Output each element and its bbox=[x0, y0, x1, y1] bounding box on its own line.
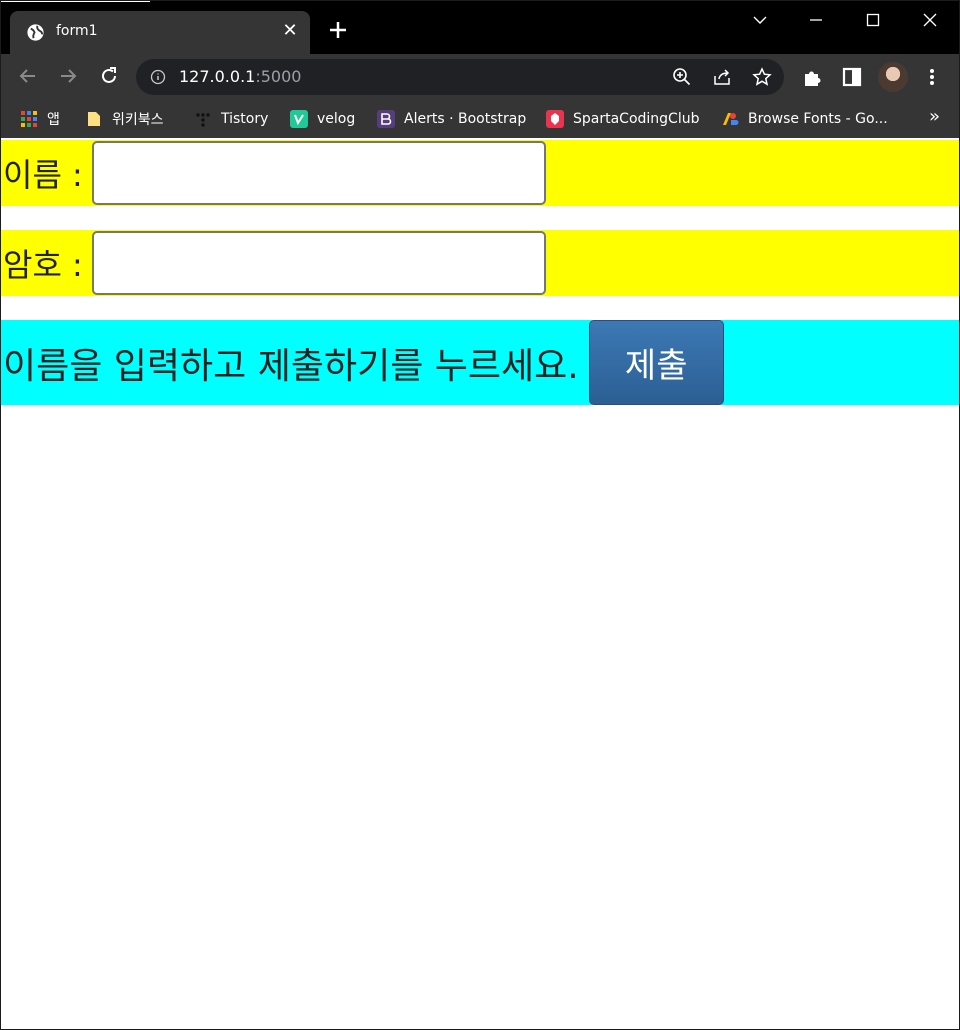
url-host: 127.0.0.1 bbox=[179, 67, 256, 86]
close-window-icon[interactable] bbox=[918, 8, 942, 32]
bookmark-apps[interactable]: 앱 bbox=[20, 108, 60, 130]
bookmark-label: SpartaCodingClub bbox=[573, 111, 700, 127]
submit-row: 이름을 입력하고 제출하기를 누르세요. 제출 bbox=[1, 320, 959, 405]
page-content: 이름 : 암호 : 이름을 입력하고 제출하기를 누르세요. 제출 bbox=[1, 138, 959, 1029]
name-input[interactable] bbox=[91, 141, 546, 205]
tistory-icon bbox=[194, 110, 212, 128]
bookmark-star-icon[interactable] bbox=[752, 67, 772, 87]
name-row: 이름 : bbox=[1, 140, 959, 206]
password-row: 암호 : bbox=[1, 230, 959, 296]
zoom-icon[interactable] bbox=[672, 67, 692, 87]
url-text[interactable]: 127.0.0.1:5000 bbox=[179, 67, 301, 86]
side-panel-icon[interactable] bbox=[841, 66, 863, 88]
back-arrow-icon[interactable] bbox=[16, 64, 40, 88]
tab-strip: form1 ✕ bbox=[0, 0, 960, 54]
bookmark-label: 앱 bbox=[47, 112, 60, 128]
bookmark-spartacodingclub[interactable]: SpartaCodingClub bbox=[546, 108, 699, 130]
profile-avatar[interactable] bbox=[878, 62, 908, 92]
folder-icon bbox=[88, 112, 100, 126]
instruction-text: 이름을 입력하고 제출하기를 누르세요. bbox=[3, 345, 579, 387]
password-input[interactable] bbox=[91, 231, 546, 295]
apps-grid-icon bbox=[21, 111, 37, 127]
extensions-puzzle-icon[interactable] bbox=[801, 66, 823, 88]
name-label: 이름 : bbox=[3, 156, 83, 194]
site-info-icon[interactable] bbox=[150, 69, 166, 85]
minimize-icon[interactable] bbox=[804, 8, 828, 32]
more-bookmarks-button[interactable]: » bbox=[929, 106, 940, 127]
google-fonts-icon bbox=[723, 113, 739, 125]
bookmark-label: Tistory bbox=[221, 111, 269, 127]
bookmark-tistory[interactable]: Tistory bbox=[194, 108, 268, 130]
forward-arrow-icon[interactable] bbox=[56, 64, 80, 88]
bookmark-label: Browse Fonts - Go... bbox=[748, 111, 888, 127]
new-tab-icon[interactable] bbox=[326, 18, 350, 42]
url-port: :5000 bbox=[255, 67, 302, 86]
maximize-icon[interactable] bbox=[861, 8, 885, 32]
bookmark-bootstrap[interactable]: Alerts · Bootstrap bbox=[377, 108, 526, 130]
address-bar[interactable]: 127.0.0.1:5000 bbox=[136, 59, 784, 95]
bookmark-label: 위키북스 bbox=[112, 112, 164, 128]
password-label: 암호 : bbox=[3, 246, 83, 284]
browser-tab[interactable]: form1 ✕ bbox=[10, 11, 310, 54]
tab-close-icon[interactable]: ✕ bbox=[280, 21, 300, 41]
bookmark-velog[interactable]: velog bbox=[290, 108, 355, 130]
tab-title: form1 bbox=[56, 23, 98, 39]
bookmark-label: velog bbox=[317, 111, 356, 127]
bootstrap-icon bbox=[377, 110, 395, 128]
bookmarks-bar: 앱 위키북스 Tistory velog Alerts · Bootstrap bbox=[0, 100, 960, 138]
browser-toolbar: 127.0.0.1:5000 bbox=[0, 54, 960, 100]
bookmark-wikibooks[interactable]: 위키북스 bbox=[85, 108, 164, 130]
sparta-icon bbox=[546, 110, 564, 128]
tab-search-chevron-icon[interactable] bbox=[748, 8, 772, 32]
bookmark-google-fonts[interactable]: Browse Fonts - Go... bbox=[721, 108, 888, 130]
globe-icon bbox=[27, 24, 44, 41]
reload-icon[interactable] bbox=[97, 64, 121, 88]
submit-button[interactable]: 제출 bbox=[588, 320, 724, 405]
tab-strip-accent bbox=[0, 0, 150, 2]
velog-icon bbox=[290, 110, 308, 128]
bookmark-label: Alerts · Bootstrap bbox=[404, 111, 527, 127]
menu-kebab-icon[interactable] bbox=[921, 66, 943, 88]
share-icon[interactable] bbox=[712, 67, 732, 87]
